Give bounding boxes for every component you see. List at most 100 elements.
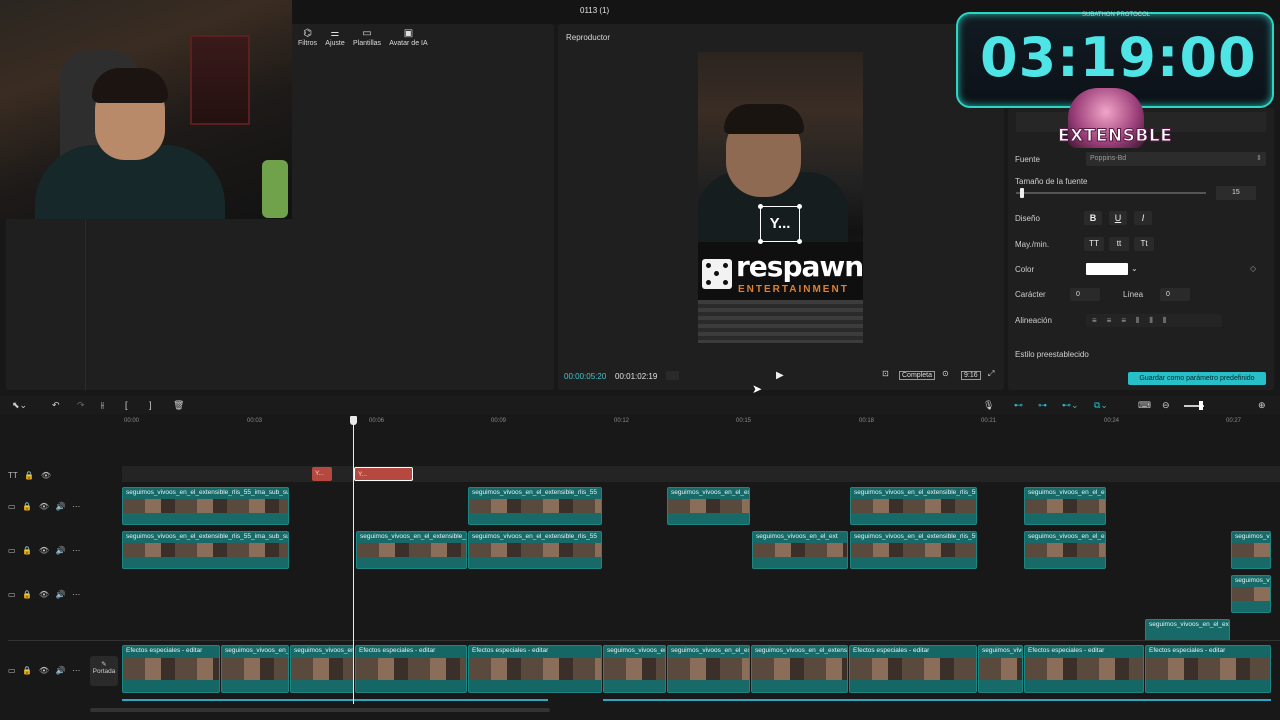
caption-icon[interactable]: ⌨ <box>1138 400 1151 411</box>
bold-button[interactable]: B <box>1084 211 1102 225</box>
main-clip[interactable]: seguimos_vivoos_en_el_extensible_rlis_55 <box>751 645 848 693</box>
crop-icon[interactable]: ⊡ <box>882 369 889 378</box>
playhead-handle[interactable] <box>350 416 357 425</box>
text-track-header[interactable]: TT 🔒 👁 <box>8 471 51 480</box>
fx-clip[interactable]: Efectos especiales - editar <box>355 645 467 693</box>
lowercase-button[interactable]: tt <box>1109 237 1129 251</box>
main-clip[interactable]: seguimos_vivoos_en_el_ext <box>603 645 666 693</box>
timeline-grid-icon[interactable] <box>666 371 679 380</box>
alignment-label: Alineación <box>1015 316 1052 325</box>
play-button[interactable]: ▶ <box>776 370 784 381</box>
aspect-ratio-button[interactable]: 9:16 <box>961 371 981 380</box>
timeline-scrollbar[interactable] <box>90 708 1270 712</box>
timer-caption: SUBATHON PROTOCOL <box>1082 12 1151 18</box>
ruler-tick: 00:06 <box>369 418 385 424</box>
font-size-label: Tamaño de la fuente <box>1015 177 1088 186</box>
video-clip[interactable]: seguimos_vivoos_en_el_ext <box>1231 575 1271 613</box>
keyframe-icon[interactable]: ◇ <box>1250 264 1256 273</box>
italic-button[interactable]: I <box>1134 211 1152 225</box>
video-clip[interactable]: seguimos_vivoos_en_el_extensible_rlis_55 <box>850 531 977 569</box>
video-clip[interactable]: seguimos_vivoos_en_el_extensible_rlis_55… <box>122 531 289 569</box>
uppercase-button[interactable]: TT <box>1084 237 1104 251</box>
video-clip[interactable]: seguimos_vivoos_en_el_extensible_rlis_55 <box>468 531 602 569</box>
video-clip[interactable]: seguimos_vivoos_en_el_ext <box>1024 531 1106 569</box>
magnet-icon[interactable]: ⊷ <box>1014 400 1023 411</box>
current-timecode: 00:00:05:20 <box>564 372 607 381</box>
color-label: Color <box>1015 265 1035 274</box>
ruler-tick: 00:12 <box>614 418 630 424</box>
video-clip[interactable]: seguimos_vivoos_en_el_ext <box>667 487 750 525</box>
save-preset-button[interactable]: Guardar como parámetro predefinido <box>1128 372 1266 385</box>
tool-ai-avatar[interactable]: ▣ Avatar de IA <box>389 28 427 47</box>
font-select[interactable]: Poppins-Bd ⇕ <box>1086 152 1266 166</box>
video-clip[interactable]: seguimos_vivoos_en_el_extensible_rlis_55 <box>356 531 467 569</box>
trim-right-icon[interactable]: ] <box>149 400 152 410</box>
video-track-header-1[interactable]: ▭ 🔒 👁 🔊 ⋯ <box>8 502 80 511</box>
tool-filters[interactable]: ⌬ Filtros <box>298 28 317 47</box>
microphone-icon[interactable]: 🎙 <box>983 400 994 411</box>
fx-clip[interactable]: Efectos especiales - editar <box>849 645 977 693</box>
filters-icon: ⌬ <box>303 28 312 39</box>
fx-clip[interactable]: Efectos especiales - editar <box>1024 645 1144 693</box>
full-button[interactable]: Completa <box>899 371 935 380</box>
main-track-divider <box>8 640 1280 641</box>
video-track-header-2[interactable]: ▭ 🔒 👁 🔊 ⋯ <box>8 546 80 555</box>
font-size-input[interactable]: 15 <box>1216 186 1256 200</box>
text-clip[interactable]: Y... <box>312 467 332 481</box>
delete-icon[interactable]: 🗑 <box>173 400 184 411</box>
video-clip[interactable]: seguimos_vivoos_en_el_extensible_rlis_55 <box>468 487 602 525</box>
undo-icon[interactable]: ↶ <box>52 400 60 411</box>
main-clip[interactable]: seguimos_vivoos_en_el_ext <box>667 645 750 693</box>
titlecase-button[interactable]: Tt <box>1134 237 1154 251</box>
video-clip[interactable]: seguimos_vivoos_en_el_ext <box>1145 619 1230 641</box>
color-swatch[interactable] <box>1086 263 1128 275</box>
text-clip-selected[interactable]: Y... <box>354 467 413 481</box>
zoom-slider-handle[interactable] <box>1199 401 1203 410</box>
video-track-header-3[interactable]: ▭ 🔒 👁 🔊 ⋯ <box>8 590 80 599</box>
character-spacing-input[interactable]: 0 <box>1070 288 1100 301</box>
alignment-buttons[interactable]: ≡≡≡⫴⫴⫴ <box>1086 314 1222 327</box>
tool-templates[interactable]: ▭ Plantillas <box>353 28 381 47</box>
media-sidebar <box>6 218 86 390</box>
fx-clip[interactable]: Efectos especiales - editar <box>122 645 220 693</box>
tool-adjust[interactable]: ⚌ Ajuste <box>325 28 344 47</box>
templates-icon: ▭ <box>362 28 372 39</box>
preset-style-label: Estilo preestablecido <box>1015 350 1089 359</box>
snap-icon[interactable]: ⧉⌄ <box>1094 400 1108 411</box>
redo-icon[interactable]: ↷ <box>77 400 85 411</box>
chevron-down-icon[interactable]: ⌄ <box>1131 264 1138 273</box>
video-preview[interactable]: respawn ENTERTAINMENT Y... <box>698 52 863 343</box>
video-clip[interactable]: seguimos_vivoos_en_el_ext <box>1231 531 1271 569</box>
total-timecode: 00:01:02:19 <box>615 372 658 381</box>
link-icon[interactable]: ⊶ <box>1038 400 1047 411</box>
preview-axis-icon[interactable]: ⊷⌄ <box>1062 400 1079 411</box>
video-clip[interactable]: seguimos_vivoos_en_el_extensible_rlis_55… <box>122 487 289 525</box>
fx-clip[interactable]: Efectos especiales - editar <box>1145 645 1271 693</box>
video-clip[interactable]: seguimos_vivoos_en_el_extensible_rlis_55 <box>850 487 977 525</box>
video-clip[interactable]: seguimos_vivoos_en_el_ext <box>752 531 848 569</box>
select-tool-icon[interactable]: ⬉⌄ <box>12 400 27 411</box>
split-icon[interactable]: ⫲ <box>101 400 104 411</box>
line-spacing-input[interactable]: 0 <box>1160 288 1190 301</box>
main-clip[interactable]: seguimos_vivoos_en_el_ext <box>290 645 354 693</box>
audio-waveform-line <box>122 699 548 701</box>
line-label: Línea <box>1123 290 1144 299</box>
webcam-overlay <box>0 0 292 219</box>
underline-button[interactable]: U <box>1109 211 1127 225</box>
font-size-slider[interactable] <box>1016 188 1206 198</box>
fx-clip[interactable]: Efectos especiales - editar <box>468 645 602 693</box>
zoom-in-icon[interactable]: ⊕ <box>1258 400 1266 411</box>
main-track-header[interactable]: ▭ 🔒 👁 🔊 ⋯ <box>8 666 80 675</box>
zoom-out-icon[interactable]: ⊖ <box>1162 400 1170 411</box>
video-clip[interactable]: seguimos_vivoos_en_el_ext <box>1024 487 1106 525</box>
text-overlay-selection[interactable]: Y... <box>758 204 802 244</box>
fullscreen-icon[interactable]: ⤢ <box>988 369 994 379</box>
cover-button[interactable]: ✎ Portada <box>90 656 118 686</box>
playhead[interactable] <box>353 418 354 704</box>
video-logo-subtext: ENTERTAINMENT <box>738 284 849 295</box>
chevron-updown-icon: ⇕ <box>1256 155 1262 162</box>
screenshot-icon[interactable]: ⊙ <box>942 369 949 378</box>
main-clip[interactable]: seguimos_vivoos_en_el_ext <box>221 645 289 693</box>
main-clip[interactable]: seguimos_vivoos_en_el_ext <box>978 645 1023 693</box>
trim-left-icon[interactable]: [ <box>125 400 128 410</box>
